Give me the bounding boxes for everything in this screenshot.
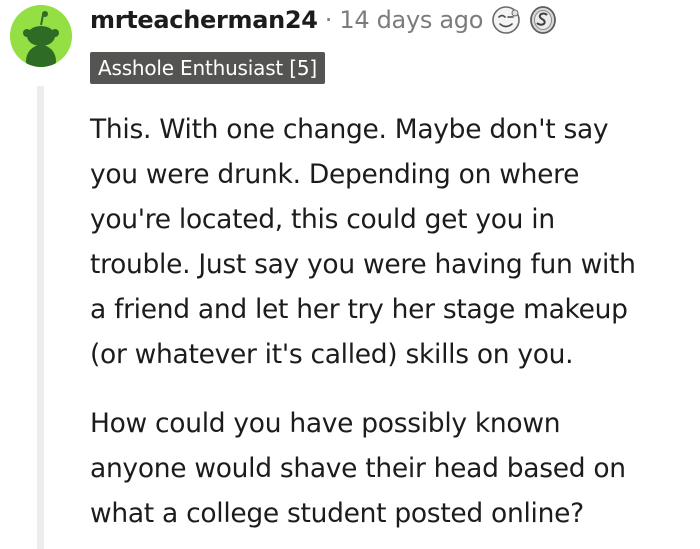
- comment-header: mrteacherman24 · 14 days ago: [90, 3, 557, 37]
- comment-body: This. With one change. Maybe don't say y…: [90, 107, 692, 536]
- user-flair: Asshole Enthusiast [5]: [90, 52, 325, 84]
- comment-paragraph: This. With one change. Maybe don't say y…: [90, 107, 692, 377]
- comment-paragraph: How could you have possibly known anyone…: [90, 401, 692, 536]
- separator-dot: ·: [324, 6, 333, 34]
- timestamp[interactable]: 14 days ago: [339, 6, 483, 34]
- comment-line: (or whatever it's called) skills on you.: [90, 339, 574, 370]
- comment-line: what a college student posted online?: [90, 498, 584, 529]
- comment-line: a friend and let her try her stage makeu…: [90, 294, 628, 325]
- silver-award-icon[interactable]: [529, 5, 557, 35]
- comment-line: you're located, this could get you in: [90, 204, 555, 235]
- comment-line: How could you have possibly known: [90, 408, 561, 439]
- avatar[interactable]: [10, 5, 72, 67]
- comment-line: you were drunk. Depending on where: [90, 159, 580, 190]
- wink-award-icon[interactable]: [491, 5, 521, 35]
- comment-line: This. With one change. Maybe don't say: [90, 114, 609, 145]
- comment-line: anyone would shave their head based on: [90, 453, 626, 484]
- snoo-avatar-icon: [10, 5, 72, 67]
- comment-line: trouble. Just say you were having fun wi…: [90, 249, 636, 280]
- username[interactable]: mrteacherman24: [90, 6, 318, 34]
- thread-line[interactable]: [37, 86, 44, 549]
